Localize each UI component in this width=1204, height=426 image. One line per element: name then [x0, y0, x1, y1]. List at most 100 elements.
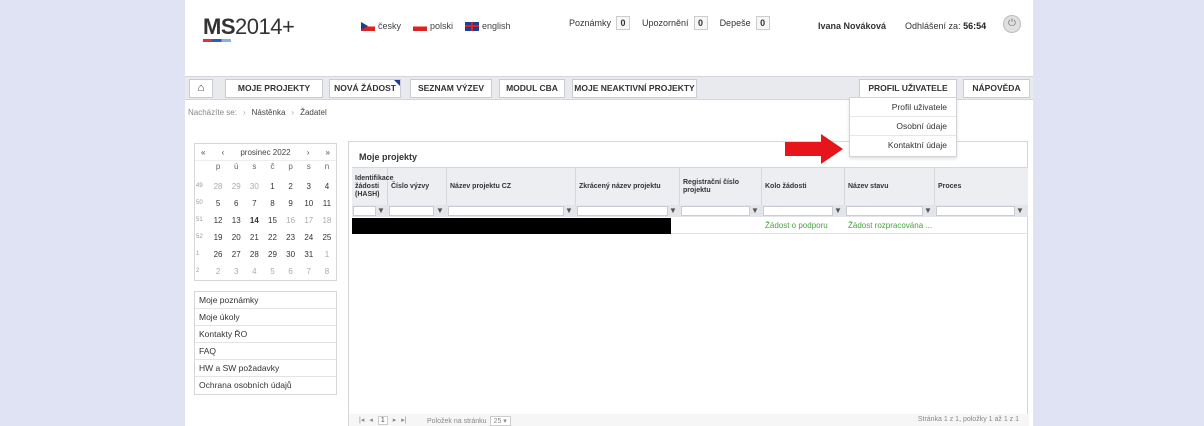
link-ochrana-udaju[interactable]: Ochrana osobních údajů	[195, 377, 336, 394]
nav-moje-projekty[interactable]: MOJE PROJEKTY	[225, 79, 323, 98]
calendar-day[interactable]: 9	[282, 195, 300, 212]
filter-funnel-icon[interactable]: ▼	[1015, 206, 1025, 216]
nav-modul-cba[interactable]: MODUL CBA	[499, 79, 565, 98]
filter-input[interactable]	[389, 206, 434, 216]
calendar-day[interactable]: 17	[300, 212, 318, 229]
link-kontakty-ro[interactable]: Kontakty ŘO	[195, 326, 336, 343]
nav-seznam-vyzev[interactable]: SEZNAM VÝZEV	[410, 79, 492, 98]
calendar-day[interactable]: 15	[263, 212, 281, 229]
calendar-day[interactable]: 29	[263, 246, 281, 263]
prev-month-icon[interactable]: ‹	[222, 148, 225, 157]
calendar-day[interactable]: 1	[263, 178, 281, 195]
menu-profil-uzivatele[interactable]: Profil uživatele	[850, 98, 956, 117]
nav-napoveda[interactable]: NÁPOVĚDA	[963, 79, 1030, 98]
first-page-icon[interactable]: |◂	[359, 416, 364, 425]
calendar-day[interactable]: 8	[263, 195, 281, 212]
calendar-day[interactable]: 4	[245, 263, 263, 280]
col-nazev-stavu[interactable]: Název stavu	[845, 168, 935, 206]
calendar-day[interactable]: 21	[245, 229, 263, 246]
filter-funnel-icon[interactable]: ▼	[923, 206, 933, 216]
calendar-day[interactable]: 11	[318, 195, 336, 212]
filter-input[interactable]	[448, 206, 564, 216]
prev-page-icon[interactable]: ◂	[369, 416, 373, 425]
calendar-day[interactable]: 23	[282, 229, 300, 246]
filter-input[interactable]	[846, 206, 923, 216]
filter-input[interactable]	[936, 206, 1015, 216]
per-page-select[interactable]: 25 ▾	[489, 416, 511, 426]
filter-funnel-icon[interactable]: ▼	[376, 206, 386, 216]
link-moje-ukoly[interactable]: Moje úkoly	[195, 309, 336, 326]
col-kolo-zadosti[interactable]: Kolo žádosti	[762, 168, 845, 206]
link-hw-sw[interactable]: HW a SW požadavky	[195, 360, 336, 377]
lang-polski[interactable]: polski	[413, 21, 453, 31]
filter-funnel-icon[interactable]: ▼	[833, 206, 843, 216]
next-year-icon[interactable]: »	[326, 148, 330, 157]
calendar-day[interactable]: 27	[227, 246, 245, 263]
calendar-day[interactable]: 25	[318, 229, 336, 246]
menu-kontaktni-udaje[interactable]: Kontaktní údaje	[850, 136, 956, 155]
calendar-day[interactable]: 31	[300, 246, 318, 263]
filter-funnel-icon[interactable]: ▼	[668, 206, 678, 216]
lang-cesky[interactable]: česky	[361, 21, 401, 31]
calendar-day[interactable]: 20	[227, 229, 245, 246]
calendar-day[interactable]: 18	[318, 212, 336, 229]
calendar-day[interactable]: 29	[227, 178, 245, 195]
col-cislo-vyzvy[interactable]: Číslo výzvy	[388, 168, 447, 206]
calendar-day[interactable]: 2	[282, 178, 300, 195]
filter-funnel-icon[interactable]: ▼	[750, 206, 760, 216]
table-row[interactable]: Žádost o podporu Žádost rozpracována ...	[352, 218, 1028, 234]
breadcrumb-zadatel[interactable]: Žadatel	[300, 108, 327, 117]
calendar-day[interactable]: 26	[209, 246, 227, 263]
link-faq[interactable]: FAQ	[195, 343, 336, 360]
calendar-day[interactable]: 6	[282, 263, 300, 280]
calendar-day[interactable]: 12	[209, 212, 227, 229]
calendar-day[interactable]: 7	[300, 263, 318, 280]
next-page-icon[interactable]: ▸	[393, 416, 397, 425]
calendar-day[interactable]: 30	[282, 246, 300, 263]
col-zkraceny-nazev[interactable]: Zkrácený název projektu	[576, 168, 680, 206]
link-moje-poznamky[interactable]: Moje poznámky	[195, 292, 336, 309]
calendar-day[interactable]: 24	[300, 229, 318, 246]
calendar-day[interactable]: 5	[209, 195, 227, 212]
ms2014-logo[interactable]: MS2014+	[203, 14, 295, 40]
filter-input[interactable]	[353, 206, 376, 216]
power-icon[interactable]: ⏻	[1003, 15, 1021, 33]
nav-nova-zadost[interactable]: NOVÁ ŽÁDOST	[329, 79, 401, 98]
calendar-day[interactable]: 10	[300, 195, 318, 212]
calendar-day[interactable]: 3	[227, 263, 245, 280]
counter-poznamky[interactable]: Poznámky 0	[569, 16, 631, 30]
calendar-day[interactable]: 22	[263, 229, 281, 246]
counter-depese[interactable]: Depeše 0	[720, 16, 770, 30]
filter-input[interactable]	[681, 206, 750, 216]
calendar-day[interactable]: 8	[318, 263, 336, 280]
calendar-day-today[interactable]: 14	[245, 212, 263, 229]
calendar-day[interactable]: 16	[282, 212, 300, 229]
filter-input[interactable]	[577, 206, 668, 216]
breadcrumb-nastenka[interactable]: Nástěnka	[252, 108, 286, 117]
counter-upozorneni[interactable]: Upozornění 0	[642, 16, 708, 30]
nav-neaktivni-projekty[interactable]: MOJE NEAKTIVNÍ PROJEKTY	[572, 79, 697, 98]
calendar-day[interactable]: 1	[318, 246, 336, 263]
col-proces[interactable]: Proces	[935, 168, 1028, 206]
calendar-day[interactable]: 3	[300, 178, 318, 195]
calendar-day[interactable]: 5	[263, 263, 281, 280]
col-registracni-cislo[interactable]: Registrační číslo projektu	[680, 168, 762, 206]
filter-funnel-icon[interactable]: ▼	[564, 206, 574, 216]
prev-year-icon[interactable]: «	[201, 148, 205, 157]
calendar-day[interactable]: 2	[209, 263, 227, 280]
col-identifikace[interactable]: Identifikace žádosti (HASH)	[352, 168, 394, 206]
lang-english[interactable]: english	[465, 21, 511, 31]
calendar-day[interactable]: 19	[209, 229, 227, 246]
calendar-day[interactable]: 30	[245, 178, 263, 195]
last-page-icon[interactable]: ▸|	[401, 416, 406, 425]
user-name[interactable]: Ivana Nováková	[818, 21, 886, 31]
calendar-day[interactable]: 7	[245, 195, 263, 212]
col-nazev-projektu[interactable]: Název projektu CZ	[447, 168, 576, 206]
calendar-day[interactable]: 4	[318, 178, 336, 195]
calendar-day[interactable]: 6	[227, 195, 245, 212]
page-number[interactable]: 1	[377, 416, 388, 425]
filter-input[interactable]	[763, 206, 833, 216]
calendar-day[interactable]: 13	[227, 212, 245, 229]
nav-profil-uzivatele[interactable]: PROFIL UŽIVATELE	[859, 79, 957, 98]
calendar-day[interactable]: 28	[209, 178, 227, 195]
